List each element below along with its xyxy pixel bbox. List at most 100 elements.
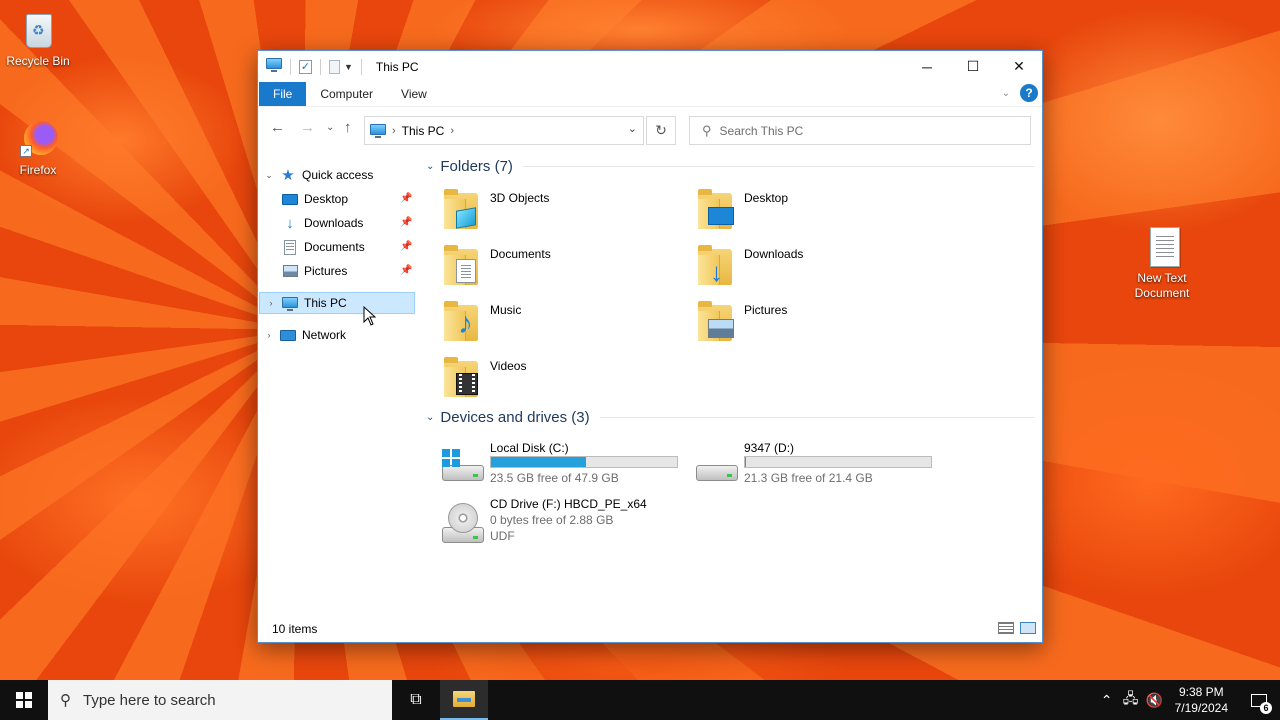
- drive-usage-bar: [490, 456, 678, 468]
- recent-locations-chevron-icon[interactable]: ⌄: [326, 122, 334, 133]
- this-pc-icon: [266, 57, 282, 75]
- drive-local-disk-c[interactable]: Local Disk (C:) 23.5 GB free of 47.9 GB: [440, 441, 690, 493]
- pictures-folder-icon: [694, 299, 736, 343]
- folder-3d-objects[interactable]: 3D Objects: [440, 187, 680, 239]
- customize-toolbar-dropdown-icon[interactable]: ▼: [344, 62, 353, 72]
- desktop-icon-firefox[interactable]: ↗ Firefox: [0, 117, 76, 178]
- taskbar-file-explorer[interactable]: [440, 680, 488, 720]
- group-header-folders[interactable]: ⌄ Folders (7): [424, 155, 1034, 177]
- drive-cd-f[interactable]: CD Drive (F:) HBCD_PE_x64 0 bytes free o…: [440, 497, 690, 557]
- hard-drive-icon: [694, 445, 740, 489]
- maximize-button[interactable]: ☐: [950, 51, 996, 82]
- sidebar-item-desktop[interactable]: Desktop: [282, 188, 348, 210]
- collapse-chevron-icon[interactable]: ⌄: [426, 161, 434, 172]
- breadcrumb-this-pc[interactable]: This PC: [402, 124, 445, 138]
- expand-chevron-icon[interactable]: ›: [266, 298, 276, 308]
- sidebar-item-quick-access[interactable]: ⌄ ★ Quick access: [258, 164, 373, 186]
- forward-arrow-icon[interactable]: →: [300, 119, 315, 136]
- sidebar-item-label: This PC: [304, 296, 347, 310]
- desktop-icon-label: Firefox: [19, 163, 57, 177]
- drive-free-space: 23.5 GB free of 47.9 GB: [490, 471, 619, 485]
- search-placeholder: Search This PC: [719, 123, 804, 138]
- notification-badge: 6: [1260, 702, 1272, 714]
- system-tray: ⌃ 🖧 🔇 9:38 PM 7/19/2024 6: [1095, 680, 1280, 720]
- large-icons-view-icon[interactable]: [1020, 622, 1036, 634]
- desktop-icon: [282, 191, 298, 207]
- help-icon[interactable]: ?: [1020, 84, 1038, 102]
- document-icon: [282, 239, 298, 255]
- desktop-icon-new-text-document[interactable]: New Text Document: [1124, 225, 1200, 301]
- folder-name: Music: [490, 303, 522, 317]
- windows-logo-icon: [16, 692, 32, 708]
- navigation-pane: ⌄ ★ Quick access Desktop 📌 ↓ Downloads 📌…: [258, 151, 416, 621]
- folder-pictures[interactable]: Pictures: [694, 299, 934, 351]
- address-dropdown-icon[interactable]: ⌄: [628, 122, 637, 135]
- expand-chevron-icon[interactable]: ›: [264, 330, 274, 340]
- 3d-objects-folder-icon: [440, 187, 482, 231]
- group-title: Devices and drives (3): [440, 408, 590, 426]
- action-center-button[interactable]: 6: [1238, 680, 1280, 720]
- folder-documents[interactable]: Documents: [440, 243, 680, 295]
- tab-view[interactable]: View: [387, 82, 441, 106]
- taskbar-search-box[interactable]: ⚲ Type here to search: [48, 680, 392, 720]
- music-folder-icon: ♪: [440, 299, 482, 343]
- folder-videos[interactable]: Videos: [440, 355, 680, 407]
- sidebar-item-network[interactable]: › Network: [258, 324, 347, 346]
- tab-computer[interactable]: Computer: [306, 82, 387, 106]
- folder-name: Downloads: [744, 247, 804, 261]
- tab-file[interactable]: File: [259, 82, 307, 106]
- new-folder-icon[interactable]: [329, 59, 340, 74]
- folder-name: Documents: [490, 247, 551, 261]
- clock-time: 9:38 PM: [1178, 685, 1224, 699]
- sidebar-item-pictures[interactable]: Pictures: [282, 260, 347, 282]
- close-button[interactable]: ✕: [996, 51, 1042, 82]
- documents-folder-icon: [440, 243, 482, 287]
- search-input[interactable]: ⚲ Search This PC: [689, 116, 1031, 145]
- desktop-icon-recycle-bin[interactable]: Recycle Bin: [0, 8, 76, 69]
- breadcrumb-separator-icon[interactable]: ›: [392, 125, 396, 137]
- window-title: This PC: [375, 59, 419, 74]
- title-bar[interactable]: ✓ ▼ This PC ─ ☐ ✕: [258, 51, 1042, 82]
- collapse-chevron-icon[interactable]: ⌄: [264, 170, 274, 181]
- status-bar: 10 items: [258, 616, 1042, 642]
- properties-check-icon[interactable]: ✓: [299, 59, 312, 74]
- expand-ribbon-chevron-icon[interactable]: ⌄: [1002, 88, 1010, 99]
- search-icon: ⚲: [702, 122, 712, 138]
- collapse-chevron-icon[interactable]: ⌄: [426, 412, 434, 423]
- drive-file-system: UDF: [490, 529, 515, 543]
- breadcrumb-separator-icon[interactable]: ›: [450, 125, 454, 137]
- recycle-bin-icon: [16, 8, 60, 52]
- show-hidden-icons-chevron-icon[interactable]: ⌃: [1095, 692, 1119, 709]
- close-icon: ✕: [1013, 58, 1025, 74]
- folder-name: 3D Objects: [490, 191, 550, 205]
- content-pane: ⌄ Folders (7) 3D Objects Desktop Documen…: [420, 151, 1042, 621]
- refresh-button[interactable]: ↻: [646, 116, 676, 145]
- sidebar-item-label: Desktop: [304, 192, 349, 206]
- navigation-bar: ← → ⌄ ↑ › This PC › ⌄ ↻ ⚲ Search This PC: [258, 106, 1042, 150]
- address-bar[interactable]: › This PC › ⌄: [364, 116, 644, 145]
- sidebar-item-documents[interactable]: Documents: [282, 236, 365, 258]
- folder-name: Pictures: [744, 303, 788, 317]
- firefox-icon: ↗: [16, 117, 60, 161]
- task-view-button[interactable]: ⧉: [392, 680, 440, 720]
- sidebar-item-this-pc[interactable]: › This PC: [259, 292, 415, 314]
- folder-downloads[interactable]: ↓ Downloads: [694, 243, 934, 295]
- folder-desktop[interactable]: Desktop: [694, 187, 934, 239]
- group-header-devices-and-drives[interactable]: ⌄ Devices and drives (3): [424, 406, 1034, 428]
- drive-d[interactable]: 9347 (D:) 21.3 GB free of 21.4 GB: [694, 441, 944, 493]
- up-arrow-icon[interactable]: ↑: [344, 119, 352, 136]
- start-button[interactable]: [0, 680, 48, 720]
- sidebar-item-downloads[interactable]: ↓ Downloads: [282, 212, 363, 234]
- this-pc-icon: [282, 295, 298, 311]
- volume-muted-icon[interactable]: 🔇: [1143, 692, 1167, 709]
- minimize-button[interactable]: ─: [904, 51, 950, 82]
- ribbon-tabs: File Computer View ⌄ ?: [258, 82, 1042, 106]
- network-icon[interactable]: 🖧: [1119, 688, 1143, 712]
- clock[interactable]: 9:38 PM 7/19/2024: [1175, 684, 1228, 716]
- back-arrow-icon[interactable]: ←: [270, 119, 285, 136]
- file-explorer-window: ✓ ▼ This PC ─ ☐ ✕ File Computer View ⌄ ?…: [257, 50, 1043, 643]
- taskbar: ⚲ Type here to search ⧉ ⌃ 🖧 🔇 9:38 PM 7/…: [0, 680, 1280, 720]
- folder-music[interactable]: ♪ Music: [440, 299, 680, 351]
- details-view-icon[interactable]: [998, 622, 1014, 634]
- task-view-icon: ⧉: [410, 691, 422, 708]
